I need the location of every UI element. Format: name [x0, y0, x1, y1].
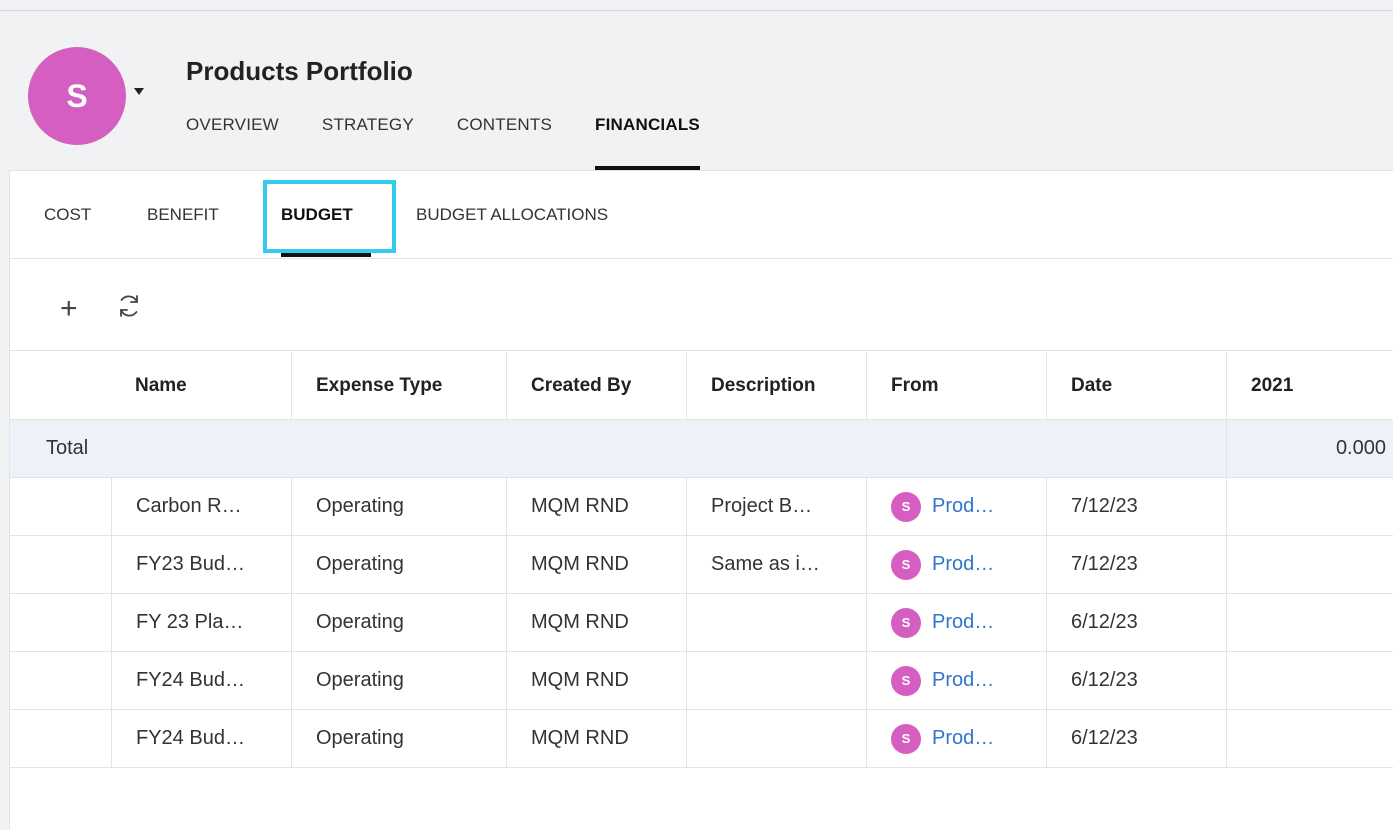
table-row[interactable]: Carbon R… Operating MQM RND Project B… S… — [10, 478, 1393, 536]
financials-panel: COST BENEFIT BUDGET BUDGET ALLOCATIONS +… — [9, 170, 1393, 830]
from-link[interactable]: Prod… — [932, 669, 994, 692]
avatar: S — [891, 665, 921, 696]
cell-from: S Prod… — [866, 594, 1046, 651]
highlight-box — [263, 180, 396, 253]
column-header-created-by[interactable]: Created By — [506, 352, 686, 419]
cell-created-by: MQM RND — [506, 536, 686, 593]
cell-from: S Prod… — [866, 536, 1046, 593]
table-row[interactable]: FY23 Bud… Operating MQM RND Same as i… S… — [10, 536, 1393, 594]
toolbar: + — [10, 259, 1393, 351]
cell-from: S Prod… — [866, 478, 1046, 535]
column-header-date[interactable]: Date — [1046, 352, 1226, 419]
cell-from: S Prod… — [866, 652, 1046, 709]
cell-name[interactable]: FY23 Bud… — [111, 536, 291, 593]
tab-overview[interactable]: OVERVIEW — [186, 115, 279, 170]
table-row[interactable]: FY24 Bud… Operating MQM RND S Prod… 6/12… — [10, 652, 1393, 710]
page-header: S Products Portfolio OVERVIEW STRATEGY C… — [0, 11, 1393, 171]
column-header-name[interactable]: Name — [111, 352, 291, 419]
cell-description — [686, 710, 866, 767]
cell-from: S Prod… — [866, 710, 1046, 767]
cell-created-by: MQM RND — [506, 478, 686, 535]
cell-date: 6/12/23 — [1046, 652, 1226, 709]
budget-table: Name Expense Type Created By Description… — [10, 352, 1393, 768]
subtab-cost[interactable]: COST — [44, 205, 91, 225]
tab-financials[interactable]: FINANCIALS — [595, 115, 700, 170]
column-header-description[interactable]: Description — [686, 352, 866, 419]
total-row: Total 0.000 — [10, 420, 1393, 478]
caret-down-icon[interactable] — [134, 88, 144, 95]
total-2021-value: 0.000 — [1226, 420, 1393, 477]
tab-contents[interactable]: CONTENTS — [457, 115, 552, 170]
total-label: Total — [46, 437, 89, 459]
avatar: S — [891, 491, 921, 522]
cell-name[interactable]: FY 23 Pla… — [111, 594, 291, 651]
avatar: S — [891, 549, 921, 580]
cell-created-by: MQM RND — [506, 594, 686, 651]
from-link[interactable]: Prod… — [932, 611, 994, 634]
cell-expense-type: Operating — [291, 710, 506, 767]
from-link[interactable]: Prod… — [932, 727, 994, 750]
table-row[interactable]: FY 23 Pla… Operating MQM RND S Prod… 6/1… — [10, 594, 1393, 652]
cell-created-by: MQM RND — [506, 710, 686, 767]
cell-date: 6/12/23 — [1046, 594, 1226, 651]
plus-icon[interactable]: + — [60, 294, 78, 324]
cell-2021 — [1226, 478, 1393, 535]
active-subtab-underline — [281, 253, 371, 257]
table-row[interactable]: FY24 Bud… Operating MQM RND S Prod… 6/12… — [10, 710, 1393, 768]
cell-date: 7/12/23 — [1046, 478, 1226, 535]
main-tabs: OVERVIEW STRATEGY CONTENTS FINANCIALS — [186, 115, 743, 170]
subtab-budget-allocations[interactable]: BUDGET ALLOCATIONS — [416, 205, 608, 225]
cell-description — [686, 652, 866, 709]
cell-description: Same as i… — [686, 536, 866, 593]
cell-created-by: MQM RND — [506, 652, 686, 709]
cell-name[interactable]: FY24 Bud… — [111, 652, 291, 709]
cell-name[interactable]: Carbon R… — [111, 478, 291, 535]
cell-name[interactable]: FY24 Bud… — [111, 710, 291, 767]
cell-expense-type: Operating — [291, 478, 506, 535]
column-header-expense-type[interactable]: Expense Type — [291, 352, 506, 419]
cell-expense-type: Operating — [291, 652, 506, 709]
cell-expense-type: Operating — [291, 594, 506, 651]
cell-description — [686, 594, 866, 651]
cell-2021 — [1226, 536, 1393, 593]
cell-expense-type: Operating — [291, 536, 506, 593]
page-title: Products Portfolio — [186, 56, 413, 86]
table-header-row: Name Expense Type Created By Description… — [10, 352, 1393, 420]
cell-date: 6/12/23 — [1046, 710, 1226, 767]
cell-2021 — [1226, 594, 1393, 651]
sub-tabs: COST BENEFIT BUDGET BUDGET ALLOCATIONS — [10, 171, 1393, 259]
cell-date: 7/12/23 — [1046, 536, 1226, 593]
column-header-2021[interactable]: 2021 — [1226, 352, 1393, 419]
cell-2021 — [1226, 710, 1393, 767]
avatar: S — [891, 723, 921, 754]
avatar[interactable]: S — [28, 47, 126, 145]
refresh-icon[interactable] — [114, 291, 144, 321]
column-header-from[interactable]: From — [866, 352, 1046, 419]
from-link[interactable]: Prod… — [932, 553, 994, 576]
cell-2021 — [1226, 652, 1393, 709]
from-link[interactable]: Prod… — [932, 495, 994, 518]
subtab-benefit[interactable]: BENEFIT — [147, 205, 219, 225]
cell-description: Project B… — [686, 478, 866, 535]
avatar: S — [891, 607, 921, 638]
tab-strategy[interactable]: STRATEGY — [322, 115, 414, 170]
